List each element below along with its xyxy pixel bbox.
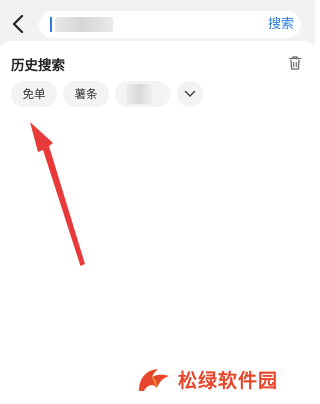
history-chip[interactable]: 薯条 (63, 81, 109, 107)
expand-history-button[interactable] (177, 81, 203, 107)
blurred-query (55, 17, 113, 32)
history-chip[interactable]: 免单 (11, 81, 57, 107)
chevron-left-icon (12, 14, 24, 34)
logo-icon (139, 369, 169, 391)
history-chip-label: 薯条 (74, 87, 98, 101)
history-title: 历史搜索 (11, 58, 65, 74)
search-box[interactable]: 搜索 (39, 11, 301, 38)
history-chip[interactable] (115, 81, 170, 107)
blurred-chip-text (126, 84, 152, 104)
search-button[interactable]: 搜索 (268, 15, 294, 34)
top-bar: 搜索 (0, 0, 315, 46)
delete-history-button[interactable] (287, 55, 303, 71)
watermark: 松绿软件园 (136, 362, 306, 396)
trash-icon (288, 56, 302, 70)
history-chip-label: 免单 (22, 87, 46, 101)
watermark-text: 松绿软件园 (178, 369, 279, 392)
back-button[interactable] (7, 12, 29, 36)
text-cursor (50, 17, 52, 32)
chevron-down-icon (184, 90, 196, 97)
